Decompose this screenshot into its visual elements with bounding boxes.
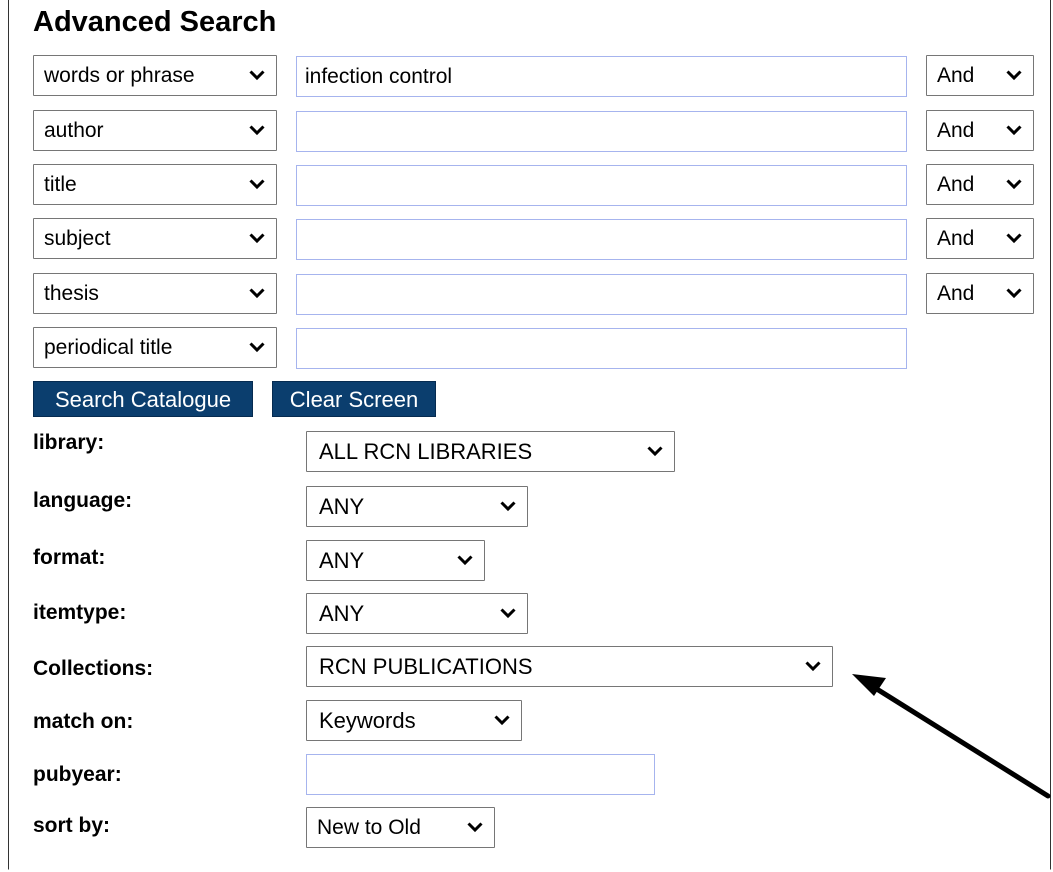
search-input-4[interactable] bbox=[296, 219, 907, 260]
format-label: format: bbox=[33, 546, 106, 569]
language-select-value: ANY bbox=[319, 494, 365, 519]
chevron-down-icon bbox=[249, 328, 267, 367]
sort-by-label: sort by: bbox=[33, 814, 111, 837]
chevron-down-icon bbox=[500, 594, 518, 633]
field-select-5-value: thesis bbox=[44, 282, 99, 305]
field-select-6-value: periodical title bbox=[44, 336, 173, 359]
annotation-arrow bbox=[852, 674, 1051, 799]
chevron-down-icon bbox=[249, 111, 267, 150]
search-input-2[interactable] bbox=[296, 111, 907, 152]
field-select-2[interactable]: author bbox=[33, 110, 277, 151]
field-select-4[interactable]: subject bbox=[33, 218, 277, 259]
field-select-6[interactable]: periodical title bbox=[33, 327, 277, 368]
library-select[interactable]: ALL RCN LIBRARIES bbox=[306, 431, 675, 472]
field-select-3-value: title bbox=[44, 173, 77, 196]
chevron-down-icon bbox=[1006, 56, 1024, 95]
chevron-down-icon bbox=[467, 808, 485, 847]
match-on-select-value: Keywords bbox=[319, 708, 416, 733]
bool-select-2[interactable]: And bbox=[926, 110, 1034, 151]
search-input-6[interactable] bbox=[296, 328, 907, 369]
format-select[interactable]: ANY bbox=[306, 540, 485, 581]
bool-select-3[interactable]: And bbox=[926, 164, 1034, 205]
chevron-down-icon bbox=[1006, 219, 1024, 258]
chevron-down-icon bbox=[457, 541, 475, 580]
collections-label: Collections: bbox=[33, 657, 154, 680]
field-select-1[interactable]: words or phrase bbox=[33, 55, 277, 96]
match-on-label: match on: bbox=[33, 710, 134, 733]
bool-select-1-value: And bbox=[937, 64, 975, 87]
chevron-down-icon bbox=[249, 274, 267, 313]
chevron-down-icon bbox=[1006, 274, 1024, 313]
collections-select-value: RCN PUBLICATIONS bbox=[319, 654, 533, 679]
bool-select-4[interactable]: And bbox=[926, 218, 1034, 259]
match-on-select[interactable]: Keywords bbox=[306, 700, 522, 741]
bool-select-5[interactable]: And bbox=[926, 273, 1034, 314]
bool-select-1[interactable]: And bbox=[926, 55, 1034, 96]
chevron-down-icon bbox=[249, 56, 267, 95]
language-label: language: bbox=[33, 489, 133, 512]
chevron-down-icon bbox=[1006, 165, 1024, 204]
clear-screen-button[interactable]: Clear Screen bbox=[272, 381, 436, 417]
chevron-down-icon bbox=[494, 701, 512, 740]
bool-select-4-value: And bbox=[937, 227, 975, 250]
sort-by-select[interactable]: New to Old bbox=[306, 807, 495, 848]
pubyear-input[interactable] bbox=[306, 754, 655, 795]
library-label: library: bbox=[33, 431, 105, 454]
collections-select[interactable]: RCN PUBLICATIONS bbox=[306, 646, 833, 687]
chevron-down-icon bbox=[805, 647, 823, 686]
page-title: Advanced Search bbox=[33, 6, 277, 38]
field-select-2-value: author bbox=[44, 119, 104, 142]
search-catalogue-button[interactable]: Search Catalogue bbox=[33, 381, 253, 417]
bool-select-2-value: And bbox=[937, 119, 975, 142]
search-input-1[interactable]: infection control bbox=[296, 56, 907, 97]
bool-select-3-value: And bbox=[937, 173, 975, 196]
search-input-5[interactable] bbox=[296, 274, 907, 315]
sort-by-select-value: New to Old bbox=[317, 816, 421, 839]
language-select[interactable]: ANY bbox=[306, 486, 528, 527]
chevron-down-icon bbox=[500, 487, 518, 526]
pubyear-label: pubyear: bbox=[33, 763, 122, 786]
chevron-down-icon bbox=[249, 165, 267, 204]
library-select-value: ALL RCN LIBRARIES bbox=[319, 439, 533, 464]
bool-select-5-value: And bbox=[937, 282, 975, 305]
itemtype-select[interactable]: ANY bbox=[306, 593, 528, 634]
chevron-down-icon bbox=[647, 432, 665, 471]
search-input-3[interactable] bbox=[296, 165, 907, 206]
chevron-down-icon bbox=[249, 219, 267, 258]
field-select-1-value: words or phrase bbox=[44, 64, 195, 87]
chevron-down-icon bbox=[1006, 111, 1024, 150]
field-select-3[interactable]: title bbox=[33, 164, 277, 205]
itemtype-select-value: ANY bbox=[319, 601, 365, 626]
field-select-4-value: subject bbox=[44, 227, 111, 250]
field-select-5[interactable]: thesis bbox=[33, 273, 277, 314]
format-select-value: ANY bbox=[319, 548, 365, 573]
itemtype-label: itemtype: bbox=[33, 601, 127, 624]
